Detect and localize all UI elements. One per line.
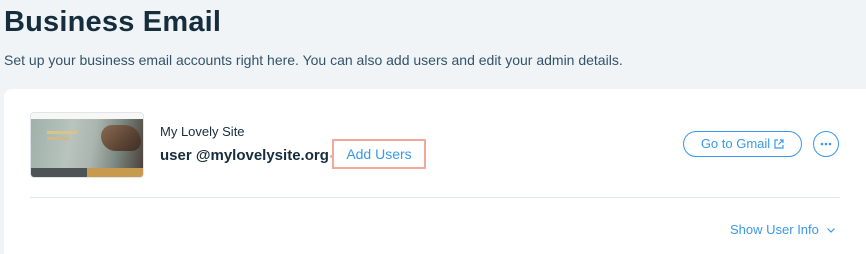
external-link-icon: [774, 133, 784, 157]
add-users-link[interactable]: Add Users: [332, 139, 426, 169]
site-name: My Lovely Site: [160, 124, 245, 139]
show-user-info-label: Show User Info: [730, 222, 819, 237]
page-title: Business Email: [4, 6, 222, 38]
go-to-gmail-button[interactable]: Go to Gmail: [683, 131, 802, 157]
chevron-down-icon: [826, 221, 835, 237]
site-thumbnail: [30, 112, 144, 178]
thumbnail-footer-gold: [87, 168, 143, 177]
thumbnail-text-line: [47, 131, 77, 134]
business-email-page: Business Email Set up your business emai…: [0, 0, 866, 254]
go-to-gmail-label: Go to Gmail: [700, 136, 771, 151]
thumbnail-footer-dark: [31, 168, 87, 177]
thumbnail-hand-image: [101, 125, 141, 151]
card-divider: [30, 197, 840, 198]
show-user-info-toggle[interactable]: Show User Info: [730, 221, 835, 238]
user-email: user @mylovelysite.org: [160, 147, 329, 164]
page-subtitle: Set up your business email accounts righ…: [4, 52, 623, 68]
more-actions-button[interactable]: [813, 131, 839, 157]
thumbnail-text-line: [47, 137, 69, 140]
email-account-card: My Lovely Site user @mylovelysite.org Ad…: [4, 89, 866, 254]
